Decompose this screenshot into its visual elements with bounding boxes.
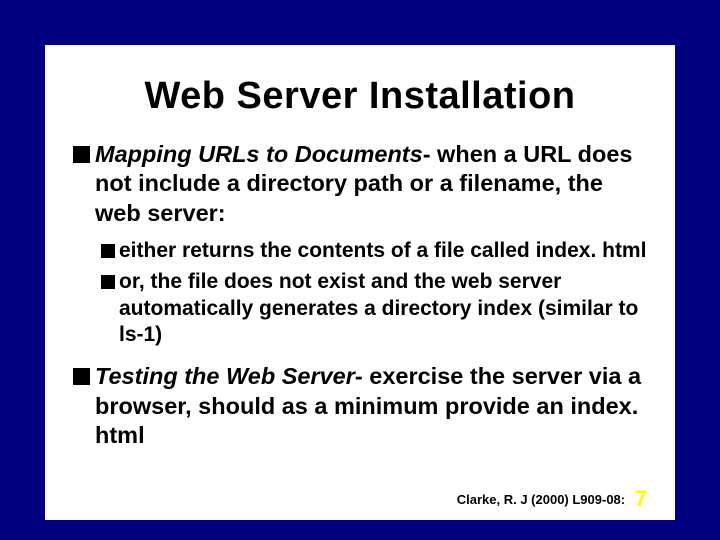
square-bullet-icon: [73, 368, 90, 385]
sub-bullet-or: or, the file does not exist and the web …: [101, 269, 647, 348]
bullet-emphasis: Testing the Web Server: [95, 363, 355, 389]
slide: Web Server Installation Mapping URLs to …: [45, 45, 675, 520]
bullet-text: Mapping URLs to Documents- when a URL do…: [95, 140, 647, 228]
bullet-testing: Testing the Web Server- exercise the ser…: [73, 362, 647, 450]
square-bullet-icon: [101, 275, 115, 289]
bullet-text: Testing the Web Server- exercise the ser…: [95, 362, 647, 450]
square-bullet-icon: [73, 146, 90, 163]
square-bullet-icon: [101, 244, 115, 258]
sub-bullet-text: or, the file does not exist and the web …: [119, 269, 647, 348]
sub-bullet-either: either returns the contents of a file ca…: [101, 238, 647, 264]
bullet-mapping: Mapping URLs to Documents- when a URL do…: [73, 140, 647, 228]
sub-bullet-text: either returns the contents of a file ca…: [119, 238, 647, 264]
slide-footer: Clarke, R. J (2000) L909-08: 7: [457, 486, 647, 512]
sub-bullet-group: either returns the contents of a file ca…: [73, 238, 647, 348]
page-number: 7: [635, 486, 647, 511]
citation-text: Clarke, R. J (2000) L909-08:: [457, 492, 625, 507]
bullet-emphasis: Mapping URLs to Documents: [95, 141, 423, 167]
slide-title: Web Server Installation: [73, 75, 647, 118]
